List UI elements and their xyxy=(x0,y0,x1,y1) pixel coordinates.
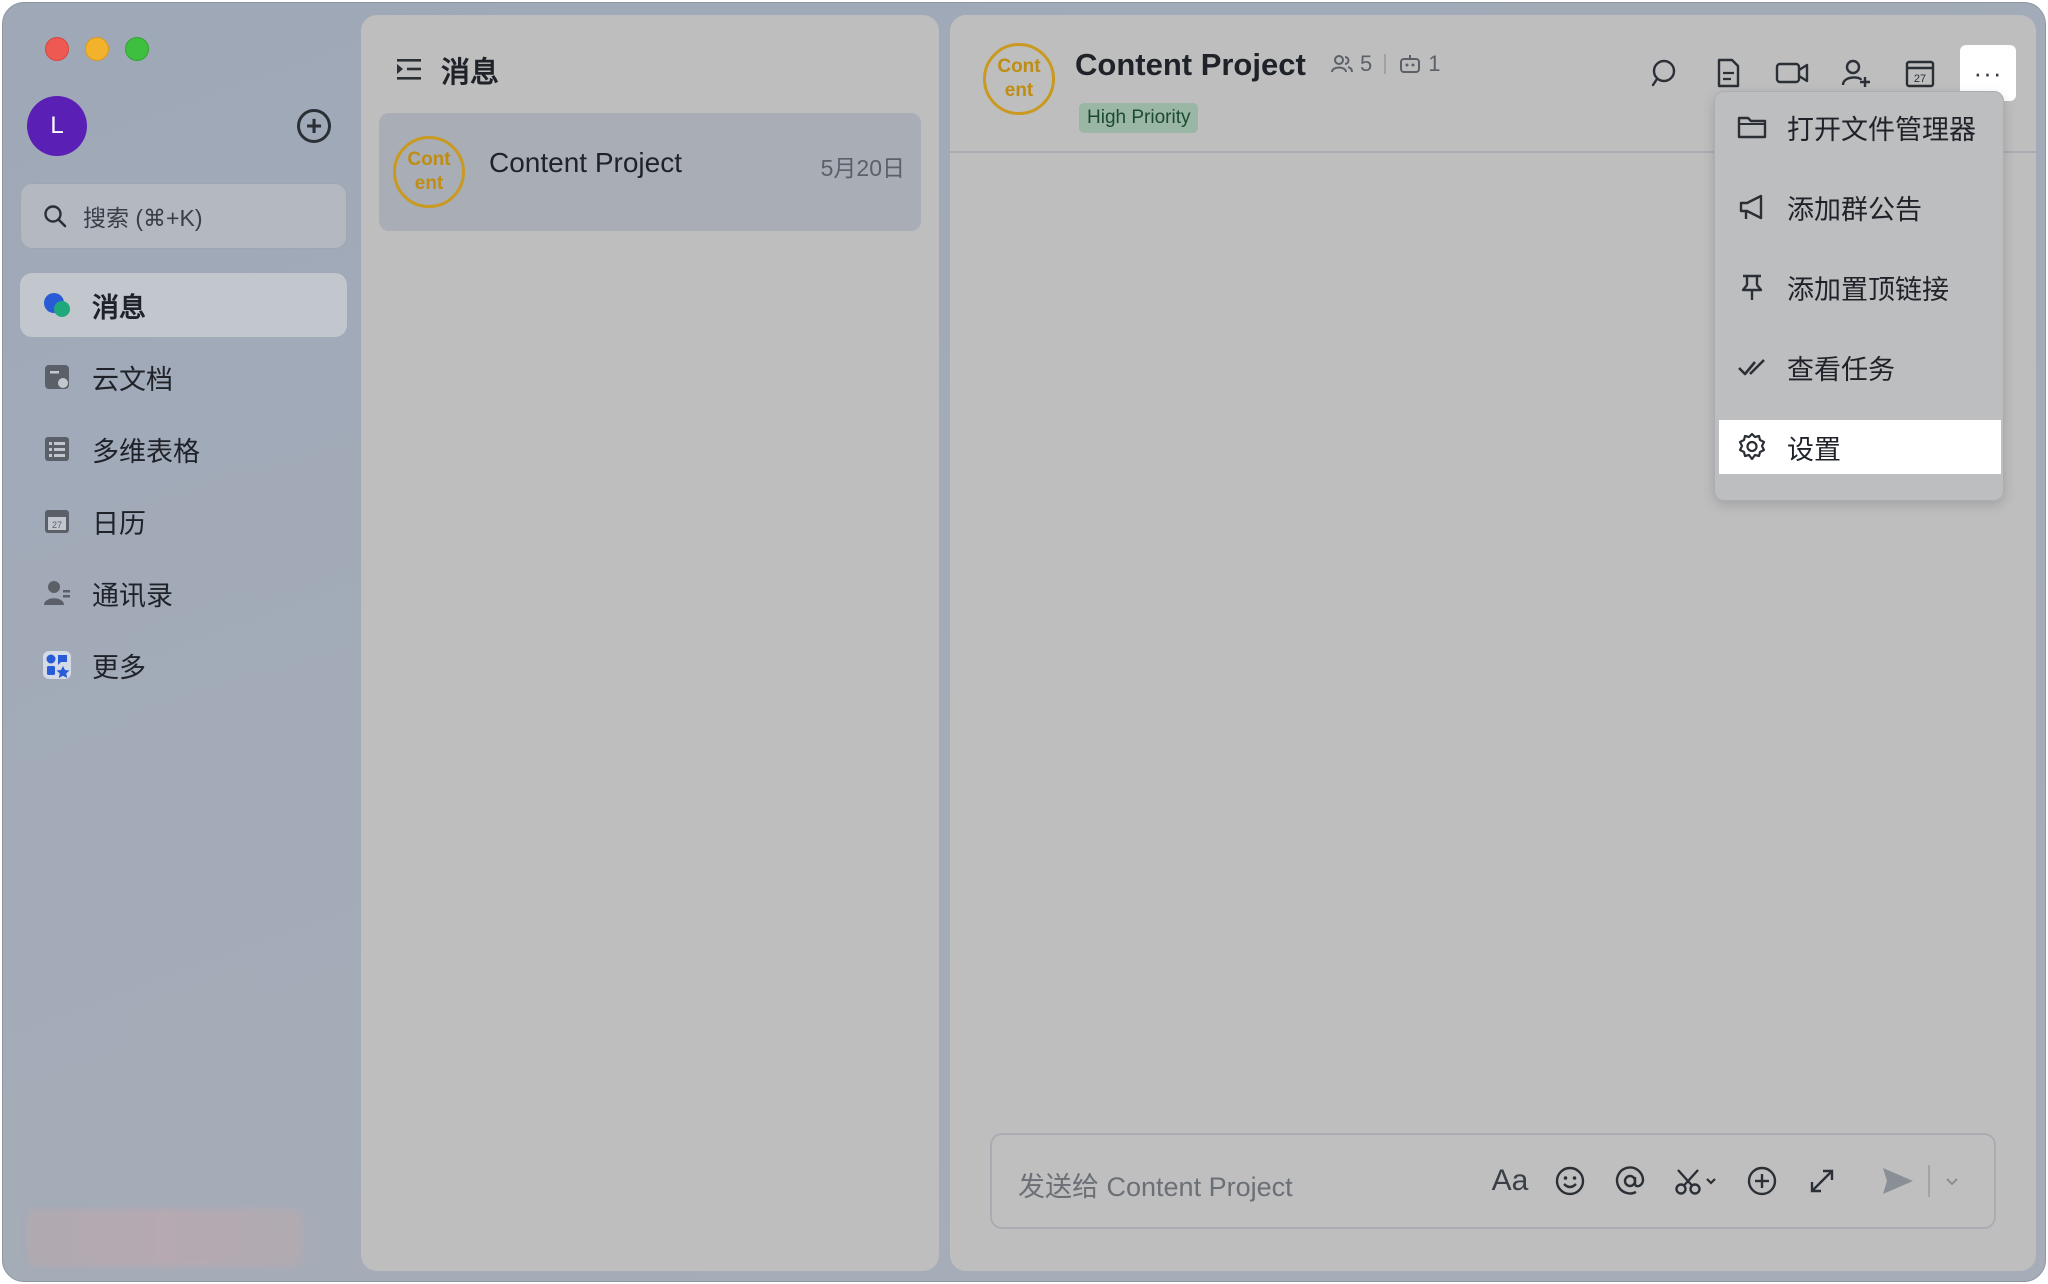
menu-item-add-announcement[interactable]: 添加群公告 xyxy=(1719,180,2001,234)
menu-item-open-file-manager[interactable]: 打开文件管理器 xyxy=(1719,100,2001,154)
emoji-icon[interactable] xyxy=(1550,1161,1590,1201)
collapse-list-icon[interactable] xyxy=(393,55,423,85)
megaphone-icon xyxy=(1737,192,1767,222)
cloud-doc-icon xyxy=(42,362,72,392)
priority-tag-label: High Priority xyxy=(1087,107,1191,128)
chat-list-header: 消息 xyxy=(393,49,499,91)
svg-text:27: 27 xyxy=(1914,73,1926,85)
menu-item-settings[interactable]: 设置 xyxy=(1719,420,2001,474)
chat-name: Content Project xyxy=(489,147,682,178)
sidebar-item-more[interactable]: 更多 xyxy=(20,633,347,697)
chat-bubbles-icon xyxy=(42,290,72,320)
add-member-icon[interactable] xyxy=(1838,55,1874,91)
conversation-avatar[interactable]: Cont ent xyxy=(983,43,1055,115)
search-placeholder: 搜索 (⌘+K) xyxy=(83,205,203,231)
doc-icon[interactable] xyxy=(1710,55,1746,91)
menu-item-label: 设置 xyxy=(1787,434,1841,465)
chat-date: 5月20日 xyxy=(820,155,905,181)
conversation-meta: 5 1 xyxy=(1330,51,1441,77)
menu-item-label: 查看任务 xyxy=(1787,354,1895,385)
calendar-icon[interactable]: 27 xyxy=(1902,55,1938,91)
more-icon: ··· xyxy=(1973,57,2003,88)
expand-icon[interactable] xyxy=(1802,1161,1842,1201)
apps-icon xyxy=(42,650,72,680)
group-avatar: Cont ent xyxy=(393,136,465,208)
blurred-status-area xyxy=(27,1209,303,1267)
priority-tag: High Priority xyxy=(1079,103,1199,133)
chat-list-item[interactable]: Cont ent Content Project 5月20日 xyxy=(379,113,921,231)
conversation-title[interactable]: Content Project xyxy=(1075,47,1306,83)
bot-count[interactable]: 1 xyxy=(1428,51,1440,77)
create-new-button[interactable]: + xyxy=(297,109,331,143)
table-icon xyxy=(42,434,72,464)
calendar-icon: 27 xyxy=(42,506,72,536)
more-options-menu: 打开文件管理器 添加群公告 添加置顶链接 查看任务 设置 xyxy=(1714,91,2004,501)
sidebar-item-label: 通讯录 xyxy=(92,580,173,611)
search-icon[interactable] xyxy=(1646,55,1682,91)
message-input[interactable]: 发送给 Content Project Aa xyxy=(990,1133,1996,1229)
app-window: L + 搜索 (⌘+K) 消息 云文档 多维表格 27 日历 通讯录 更多 消息… xyxy=(2,2,2046,1282)
group-avatar-text: Cont ent xyxy=(407,149,451,194)
sidebar-item-messages[interactable]: 消息 xyxy=(20,273,347,337)
chat-list-title: 消息 xyxy=(441,57,500,89)
window-minimize-button[interactable] xyxy=(85,37,109,61)
menu-item-label: 添加群公告 xyxy=(1787,194,1922,225)
plus-icon[interactable] xyxy=(1742,1161,1782,1201)
sidebar-item-cloud-docs[interactable]: 云文档 xyxy=(20,345,347,409)
sidebar-item-label: 云文档 xyxy=(92,364,173,395)
bot-icon xyxy=(1400,55,1421,73)
font-format-icon[interactable]: Aa xyxy=(1490,1161,1530,1201)
task-check-icon xyxy=(1737,352,1767,382)
send-icon[interactable] xyxy=(1878,1161,1918,1201)
search-input[interactable]: 搜索 (⌘+K) xyxy=(20,183,347,249)
window-close-button[interactable] xyxy=(45,37,69,61)
input-toolbar: Aa xyxy=(1470,1161,1964,1201)
message-input-placeholder: 发送给 Content Project xyxy=(1018,1172,1293,1202)
sidebar-item-calendar[interactable]: 27 日历 xyxy=(20,489,347,553)
menu-item-view-tasks[interactable]: 查看任务 xyxy=(1719,340,2001,394)
dropdown-icon[interactable] xyxy=(1940,1161,1964,1201)
members-icon xyxy=(1331,55,1353,73)
group-avatar-text: Cont ent xyxy=(997,56,1041,101)
svg-text:27: 27 xyxy=(52,520,62,530)
sidebar-item-bitable[interactable]: 多维表格 xyxy=(20,417,347,481)
window-maximize-button[interactable] xyxy=(125,37,149,61)
video-call-icon[interactable] xyxy=(1774,55,1810,91)
user-avatar[interactable]: L xyxy=(27,96,87,156)
pin-icon xyxy=(1737,272,1767,302)
meta-divider xyxy=(1384,54,1387,74)
sidebar-item-label: 日历 xyxy=(92,508,146,539)
chat-list-panel: 消息 Cont ent Content Project 5月20日 xyxy=(361,15,939,1271)
contacts-icon xyxy=(42,578,72,608)
menu-item-label: 添加置顶链接 xyxy=(1787,274,1949,305)
sidebar-item-contacts[interactable]: 通讯录 xyxy=(20,561,347,625)
search-icon xyxy=(44,205,67,228)
plus-icon: + xyxy=(305,110,323,141)
folder-icon xyxy=(1737,112,1767,142)
sidebar-item-label: 多维表格 xyxy=(92,436,200,467)
gear-icon xyxy=(1737,432,1767,462)
menu-item-label: 打开文件管理器 xyxy=(1787,114,1976,145)
menu-item-add-pinned-link[interactable]: 添加置顶链接 xyxy=(1719,260,2001,314)
screenshot-icon[interactable] xyxy=(1670,1161,1722,1201)
sidebar-item-label: 更多 xyxy=(92,652,146,683)
sidebar-item-label: 消息 xyxy=(92,292,146,323)
member-count[interactable]: 5 xyxy=(1360,51,1372,77)
mention-icon[interactable] xyxy=(1610,1161,1650,1201)
send-divider xyxy=(1928,1165,1930,1197)
